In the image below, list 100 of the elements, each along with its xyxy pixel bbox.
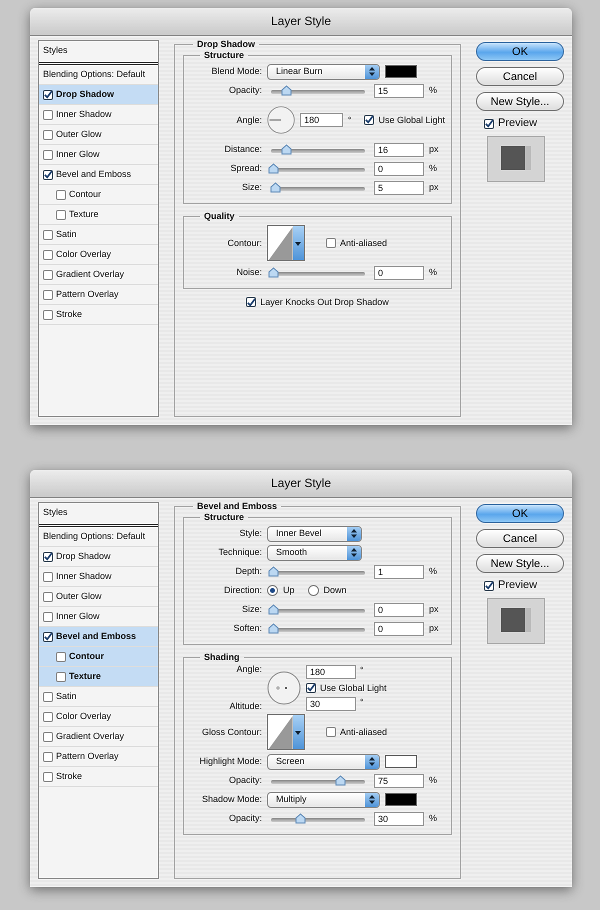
dialog-button[interactable]: New Style...: [476, 92, 564, 111]
unit-label: %: [429, 85, 438, 96]
style-item[interactable]: Pattern Overlay: [39, 285, 158, 305]
dropdown[interactable]: Linear Burn: [267, 64, 380, 80]
style-item[interactable]: Texture: [39, 667, 158, 687]
value-field[interactable]: 0: [374, 162, 424, 176]
value-field[interactable]: 180: [306, 664, 356, 679]
checkbox[interactable]: [43, 230, 53, 240]
style-item[interactable]: Contour: [39, 185, 158, 205]
style-item[interactable]: Color Overlay: [39, 707, 158, 727]
slider-thumb[interactable]: [268, 566, 279, 576]
style-item[interactable]: Stroke: [39, 767, 158, 787]
checkbox[interactable]: [43, 732, 53, 742]
value-field[interactable]: 1: [374, 564, 424, 578]
value-field[interactable]: 30: [306, 697, 356, 712]
dropdown[interactable]: Inner Bevel: [267, 526, 362, 542]
checkbox[interactable]: [56, 190, 66, 200]
dialog-button[interactable]: Cancel: [476, 67, 564, 86]
checkbox[interactable]: [43, 572, 53, 582]
style-item[interactable]: Color Overlay: [39, 245, 158, 265]
style-item[interactable]: Texture: [39, 205, 158, 225]
checkbox[interactable]: [43, 170, 53, 180]
checkbox[interactable]: [364, 114, 374, 125]
slider-thumb[interactable]: [268, 266, 279, 278]
style-item[interactable]: Satin: [39, 687, 158, 707]
dialog-button[interactable]: Cancel: [476, 529, 564, 548]
checkbox[interactable]: [43, 612, 53, 622]
slider-thumb[interactable]: [294, 812, 306, 824]
style-item[interactable]: Pattern Overlay: [39, 747, 158, 767]
value-field[interactable]: 16: [374, 142, 424, 156]
style-item[interactable]: Gradient Overlay: [39, 727, 158, 747]
checkbox[interactable]: [56, 672, 66, 682]
style-item[interactable]: Blending Options: Default: [39, 527, 158, 547]
slider-thumb[interactable]: [281, 84, 292, 96]
dialog-button[interactable]: OK: [476, 42, 564, 61]
color-swatch[interactable]: [385, 755, 417, 768]
value-field[interactable]: 180: [300, 113, 343, 127]
dialog-button[interactable]: OK: [476, 504, 564, 523]
slider-thumb[interactable]: [268, 622, 279, 634]
style-item[interactable]: Drop Shadow: [39, 85, 158, 105]
checkbox[interactable]: [484, 580, 494, 591]
style-item[interactable]: Inner Shadow: [39, 567, 158, 587]
radio-button[interactable]: [308, 585, 319, 596]
color-swatch[interactable]: [385, 65, 417, 78]
dropdown[interactable]: Screen: [267, 754, 380, 770]
checkbox[interactable]: [43, 752, 53, 762]
slider-thumb[interactable]: [270, 182, 281, 192]
dropdown-arrows-icon: [369, 795, 375, 804]
style-item[interactable]: Inner Glow: [39, 145, 158, 165]
value-field[interactable]: 0: [374, 622, 424, 636]
value-field[interactable]: 0: [374, 602, 424, 616]
slider-thumb[interactable]: [268, 604, 279, 614]
style-item[interactable]: Gradient Overlay: [39, 265, 158, 285]
style-item[interactable]: Bevel and Emboss: [39, 165, 158, 185]
field-label: Spread:: [229, 163, 262, 174]
checkbox[interactable]: [43, 90, 53, 100]
checkbox[interactable]: [43, 712, 53, 722]
checkbox[interactable]: [484, 118, 494, 129]
color-swatch[interactable]: [385, 793, 417, 806]
checkbox[interactable]: [43, 692, 53, 702]
checkbox[interactable]: [43, 310, 53, 320]
style-item[interactable]: Outer Glow: [39, 125, 158, 145]
style-item[interactable]: Contour: [39, 647, 158, 667]
style-item[interactable]: Outer Glow: [39, 587, 158, 607]
value-field[interactable]: 75: [374, 774, 424, 788]
style-item[interactable]: Bevel and Emboss: [39, 627, 158, 647]
checkbox[interactable]: [43, 592, 53, 602]
checkbox[interactable]: [43, 290, 53, 300]
style-item[interactable]: Satin: [39, 225, 158, 245]
checkbox[interactable]: [326, 726, 336, 737]
slider-thumb[interactable]: [281, 144, 292, 154]
style-item[interactable]: Inner Shadow: [39, 105, 158, 125]
dropdown[interactable]: Multiply: [267, 792, 380, 808]
style-item[interactable]: Stroke: [39, 305, 158, 325]
checkbox[interactable]: [43, 552, 53, 562]
checkbox[interactable]: [306, 682, 316, 693]
field-label: Soften:: [232, 623, 262, 634]
checkbox[interactable]: [43, 270, 53, 280]
checkbox[interactable]: [56, 652, 66, 662]
value-field[interactable]: 5: [374, 180, 424, 194]
checkbox[interactable]: [56, 210, 66, 220]
radio-button[interactable]: [267, 585, 278, 596]
style-item[interactable]: Drop Shadow: [39, 547, 158, 567]
checkbox[interactable]: [246, 297, 256, 308]
slider-thumb[interactable]: [334, 774, 346, 786]
dropdown[interactable]: Smooth: [267, 544, 362, 560]
checkbox[interactable]: [43, 130, 53, 140]
slider-thumb[interactable]: [268, 162, 279, 174]
checkbox[interactable]: [43, 632, 53, 642]
checkbox[interactable]: [43, 150, 53, 160]
value-field[interactable]: 0: [374, 266, 424, 280]
checkbox[interactable]: [43, 250, 53, 260]
checkbox[interactable]: [43, 110, 53, 120]
contour-picker[interactable]: [267, 714, 305, 750]
checkbox[interactable]: [326, 238, 336, 248]
contour-picker[interactable]: [267, 225, 305, 261]
dialog-button[interactable]: New Style...: [476, 554, 564, 573]
value-field[interactable]: 30: [374, 812, 424, 826]
value-field[interactable]: 15: [374, 84, 424, 98]
checkbox[interactable]: [43, 772, 53, 782]
